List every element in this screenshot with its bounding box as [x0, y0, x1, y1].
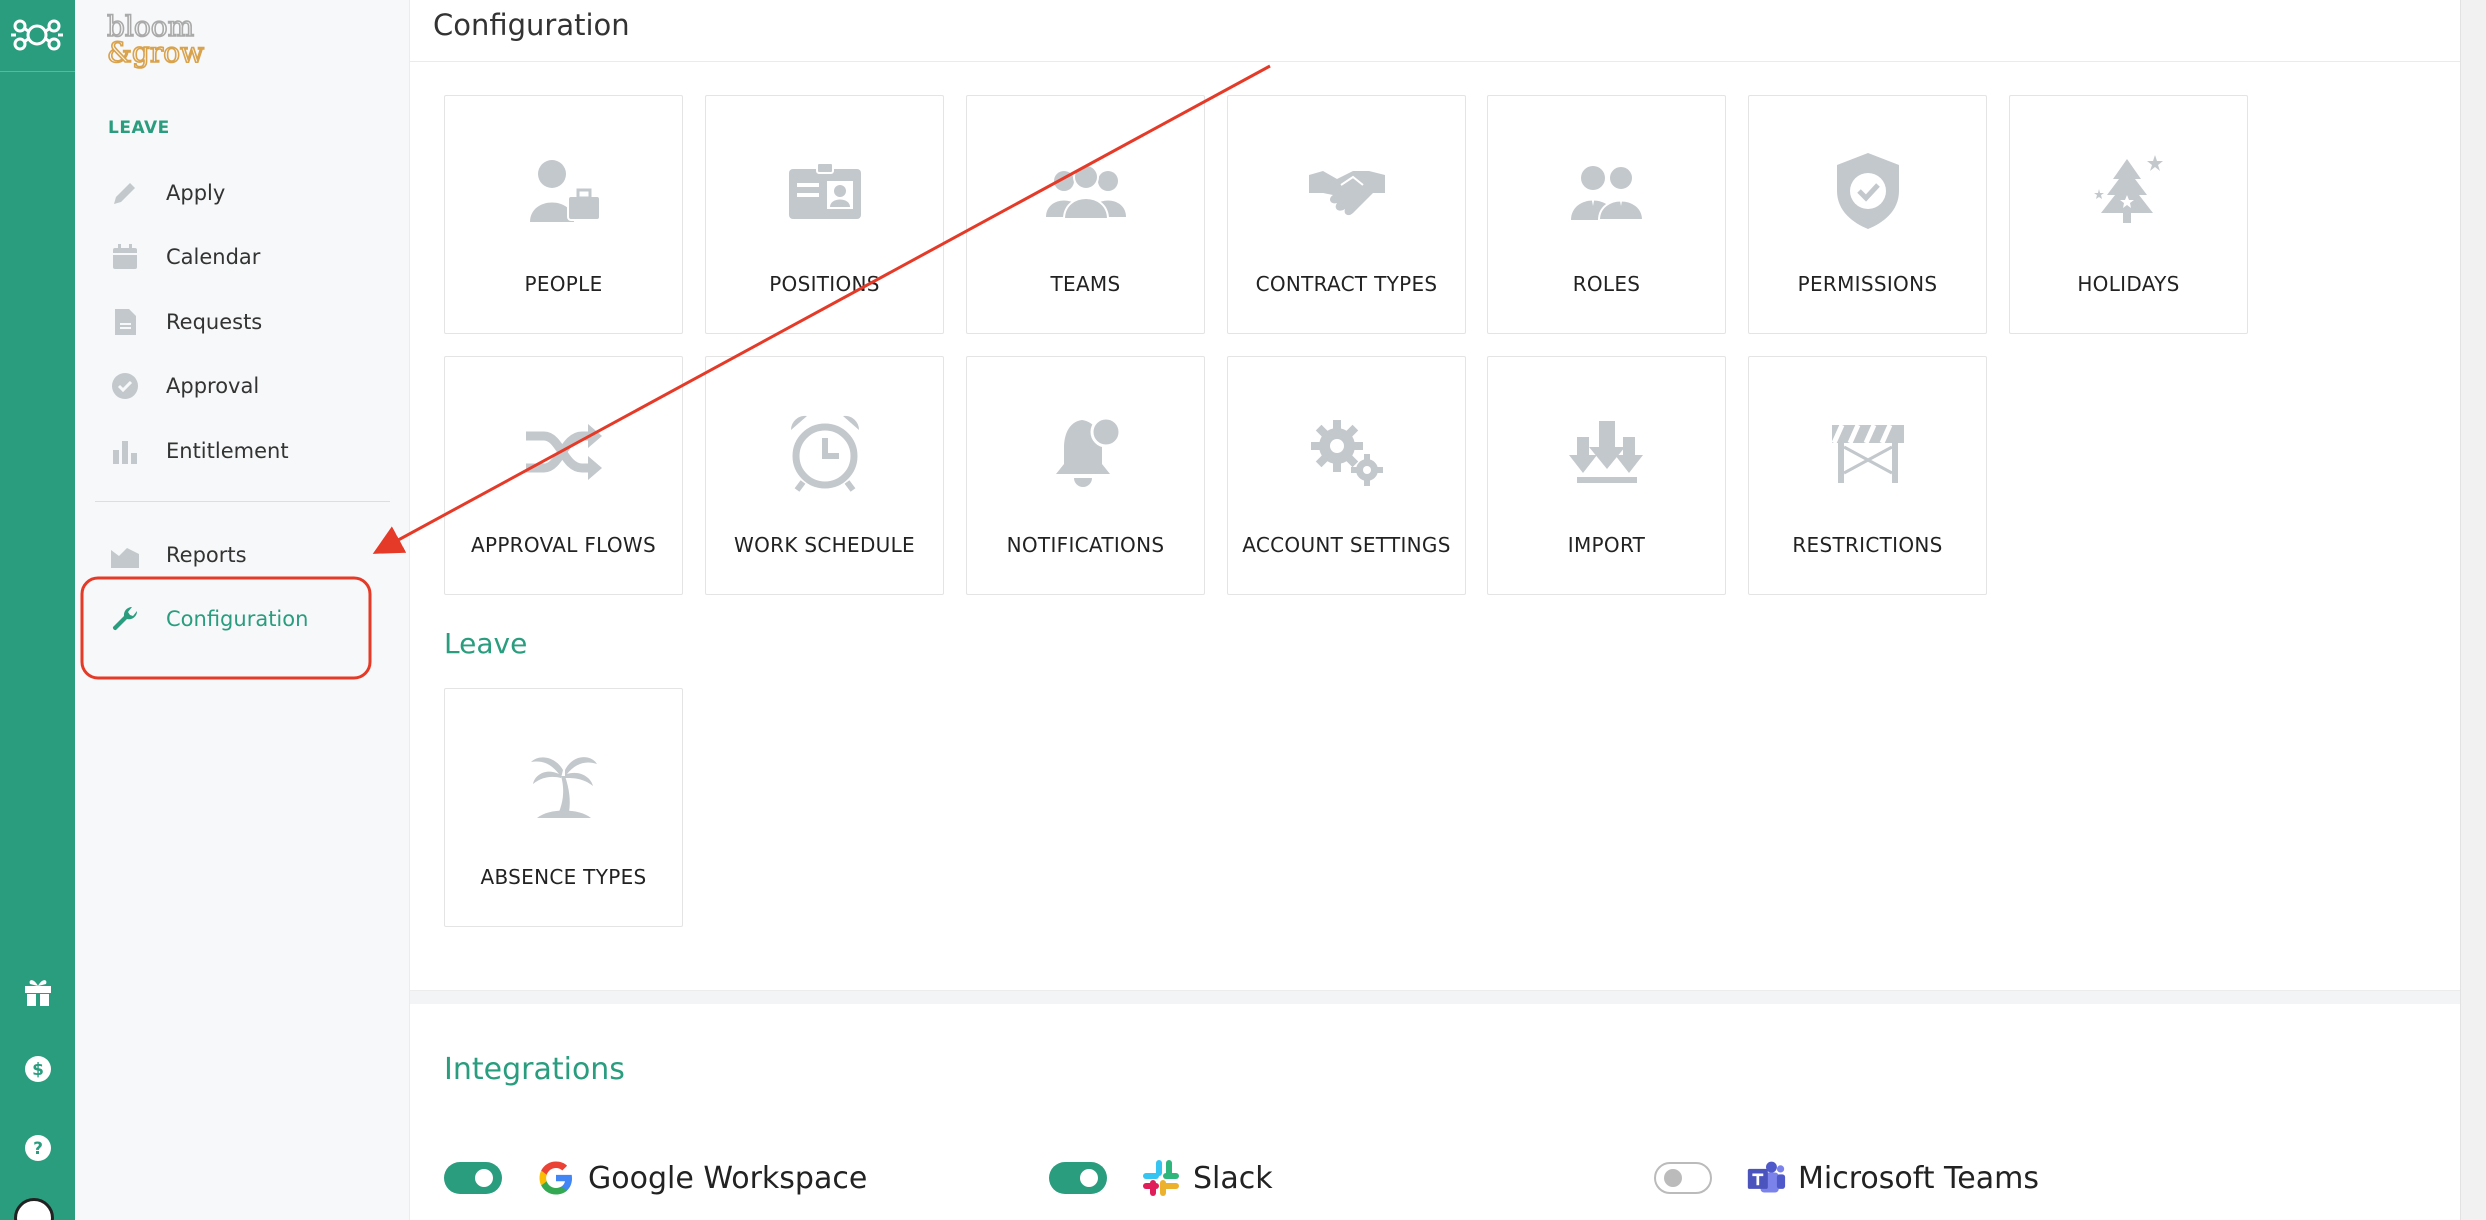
sidebar-item-label: Requests — [166, 310, 263, 334]
sidebar-divider — [95, 501, 390, 502]
app-window: $ ? bloom &grow LEAVE Apply Calendar Req… — [0, 0, 2486, 1220]
card-label: RESTRICTIONS — [1792, 533, 1943, 557]
card-label: ACCOUNT SETTINGS — [1242, 533, 1451, 557]
teams-icon — [1747, 1161, 1786, 1193]
card-roles[interactable]: ROLES — [1487, 95, 1726, 334]
integrations-heading: Integrations — [444, 1052, 625, 1087]
card-restrictions[interactable]: RESTRICTIONS — [1748, 356, 1987, 595]
app-rail: $ ? — [0, 0, 75, 1220]
card-teams[interactable]: TEAMS — [966, 95, 1205, 334]
user-avatar[interactable] — [14, 1198, 54, 1220]
card-label: APPROVAL FLOWS — [470, 533, 657, 557]
svg-text:&grow: &grow — [107, 36, 204, 69]
sidebar-item-label: Calendar — [166, 245, 261, 269]
calendar-icon — [108, 240, 142, 274]
card-label: IMPORT — [1567, 533, 1646, 557]
person-briefcase-icon — [445, 151, 682, 231]
card-label: POSITIONS — [769, 272, 880, 296]
card-notifications[interactable]: NOTIFICATIONS — [966, 356, 1205, 595]
shuffle-icon — [445, 412, 682, 492]
card-positions[interactable]: POSITIONS — [705, 95, 944, 334]
christmas-tree-icon — [2010, 151, 2247, 231]
card-label: PEOPLE — [524, 272, 603, 296]
slack-toggle[interactable] — [1049, 1162, 1107, 1194]
id-card-icon — [706, 151, 943, 231]
sidebar-item-reports[interactable]: Reports — [108, 530, 408, 580]
download-arrows-icon — [1488, 412, 1725, 492]
sidebar-item-entitlement[interactable]: Entitlement — [108, 426, 408, 476]
sidebar-section-leave: LEAVE — [108, 118, 170, 138]
sidebar-item-label: Configuration — [166, 607, 309, 631]
sidebar-item-calendar[interactable]: Calendar — [108, 232, 408, 282]
card-label: HOLIDAYS — [2077, 272, 2180, 296]
sidebar-item-requests[interactable]: Requests — [108, 297, 408, 347]
sidebar: bloom &grow LEAVE Apply Calendar Request… — [75, 0, 410, 1220]
check-circle-icon — [108, 369, 142, 403]
card-label: WORK SCHEDULE — [734, 533, 915, 557]
card-label: TEAMS — [1050, 272, 1121, 296]
card-holidays[interactable]: HOLIDAYS — [2009, 95, 2248, 334]
brand-logo: bloom &grow — [106, 9, 205, 70]
card-approval-flows[interactable]: APPROVAL FLOWS — [444, 356, 683, 595]
card-work-schedule[interactable]: WORK SCHEDULE — [705, 356, 944, 595]
google-workspace-toggle[interactable] — [444, 1162, 502, 1194]
barrier-icon — [1749, 412, 1986, 492]
vertical-scrollbar[interactable] — [2460, 0, 2486, 1220]
card-account-settings[interactable]: ACCOUNT SETTINGS — [1227, 356, 1466, 595]
roles-icon — [1488, 151, 1725, 231]
card-absence-types[interactable]: ABSENCE TYPES — [444, 688, 683, 927]
sidebar-item-configuration[interactable]: Configuration — [108, 594, 408, 644]
integration-label: Microsoft Teams — [1798, 1160, 2039, 1196]
section-separator — [410, 990, 2460, 1004]
card-label: NOTIFICATIONS — [1006, 533, 1165, 557]
slack-icon — [1143, 1160, 1179, 1196]
help-icon[interactable]: ? — [16, 1126, 60, 1170]
rail-divider — [0, 71, 75, 72]
gift-icon[interactable] — [16, 969, 60, 1013]
group-icon — [967, 151, 1204, 231]
gears-icon — [1228, 412, 1465, 492]
handshake-icon — [1228, 151, 1465, 231]
app-logo-icon[interactable] — [6, 6, 68, 64]
card-contract-types[interactable]: CONTRACT TYPES — [1227, 95, 1466, 334]
integration-slack: Slack — [1049, 1150, 1273, 1206]
sidebar-item-label: Entitlement — [166, 439, 289, 463]
sidebar-item-label: Apply — [166, 181, 226, 205]
bar-chart-icon — [108, 434, 142, 468]
sidebar-item-label: Reports — [166, 543, 247, 567]
sidebar-item-label: Approval — [166, 374, 260, 398]
card-permissions[interactable]: PERMISSIONS — [1748, 95, 1987, 334]
page-header: Configuration — [410, 0, 2460, 62]
sidebar-item-apply[interactable]: Apply — [108, 168, 408, 218]
integration-microsoft-teams: Microsoft Teams — [1654, 1150, 2039, 1206]
bell-icon — [967, 412, 1204, 492]
integration-google-workspace: Google Workspace — [444, 1150, 867, 1206]
sidebar-item-approval[interactable]: Approval — [108, 361, 408, 411]
integration-label: Google Workspace — [588, 1160, 868, 1196]
alarm-clock-icon — [706, 412, 943, 492]
card-label: CONTRACT TYPES — [1255, 272, 1438, 296]
pencil-icon — [108, 176, 142, 210]
svg-text:$: $ — [32, 1060, 44, 1080]
billing-icon[interactable]: $ — [16, 1047, 60, 1091]
card-people[interactable]: PEOPLE — [444, 95, 683, 334]
leave-section-heading: Leave — [444, 627, 528, 660]
card-import[interactable]: IMPORT — [1487, 356, 1726, 595]
palm-tree-icon — [445, 744, 682, 824]
integration-label: Slack — [1193, 1160, 1273, 1196]
card-label: ABSENCE TYPES — [480, 865, 647, 889]
microsoft-teams-toggle[interactable] — [1654, 1162, 1712, 1194]
wrench-icon — [108, 602, 142, 636]
svg-text:?: ? — [33, 1139, 43, 1159]
google-icon — [539, 1161, 572, 1195]
card-label: PERMISSIONS — [1797, 272, 1938, 296]
document-icon — [108, 305, 142, 339]
page-title: Configuration — [433, 8, 630, 42]
card-label: ROLES — [1572, 272, 1641, 296]
shield-check-icon — [1749, 151, 1986, 231]
area-chart-icon — [108, 538, 142, 572]
